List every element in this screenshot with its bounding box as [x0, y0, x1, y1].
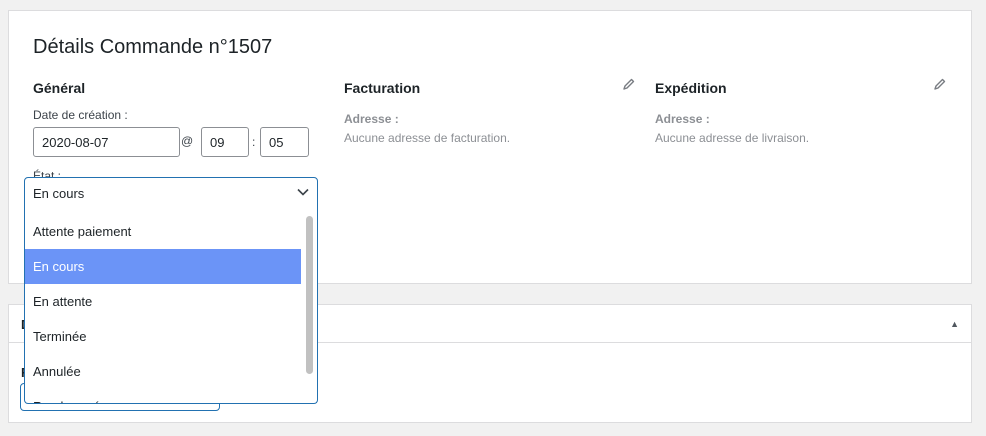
status-select[interactable]: En cours [24, 177, 318, 207]
status-dropdown-list[interactable]: Attente paiement En cours En attente Ter… [24, 206, 318, 404]
status-option-remboursee[interactable]: Remboursée [25, 389, 301, 403]
dropdown-scrollbar[interactable] [306, 216, 313, 374]
billing-section-title: Facturation [344, 80, 421, 96]
shipping-address-value: Aucune adresse de livraison. [655, 131, 810, 145]
shipping-section-title: Expédition [655, 80, 727, 96]
billing-address-label: Adresse : [344, 112, 399, 126]
creation-date-label: Date de création : [33, 108, 128, 122]
shipping-address-label: Adresse : [655, 112, 710, 126]
hour-input[interactable]: 09 [201, 127, 249, 157]
edit-billing-pencil-icon[interactable] [622, 77, 636, 91]
status-option-annulee[interactable]: Annulée [25, 354, 301, 389]
billing-address-value: Aucune adresse de facturation. [344, 131, 511, 145]
chevron-down-icon [297, 188, 309, 196]
at-separator: @ [181, 134, 194, 148]
status-option-terminee[interactable]: Terminée [25, 319, 301, 354]
time-separator: : [252, 135, 256, 149]
edit-shipping-pencil-icon[interactable] [933, 77, 947, 91]
status-select-value: En cours [33, 186, 85, 201]
general-section-title: Général [33, 80, 86, 96]
creation-date-input[interactable]: 2020-08-07 [33, 127, 180, 157]
order-title: Détails Commande n°1507 [33, 36, 273, 58]
minute-input[interactable]: 05 [260, 127, 309, 157]
status-option-en-cours[interactable]: En cours [25, 249, 301, 284]
status-option-en-attente[interactable]: En attente [25, 284, 301, 319]
collapse-triangle-icon[interactable]: ▲ [950, 319, 959, 329]
status-option-attente-paiement[interactable]: Attente paiement [25, 214, 301, 249]
